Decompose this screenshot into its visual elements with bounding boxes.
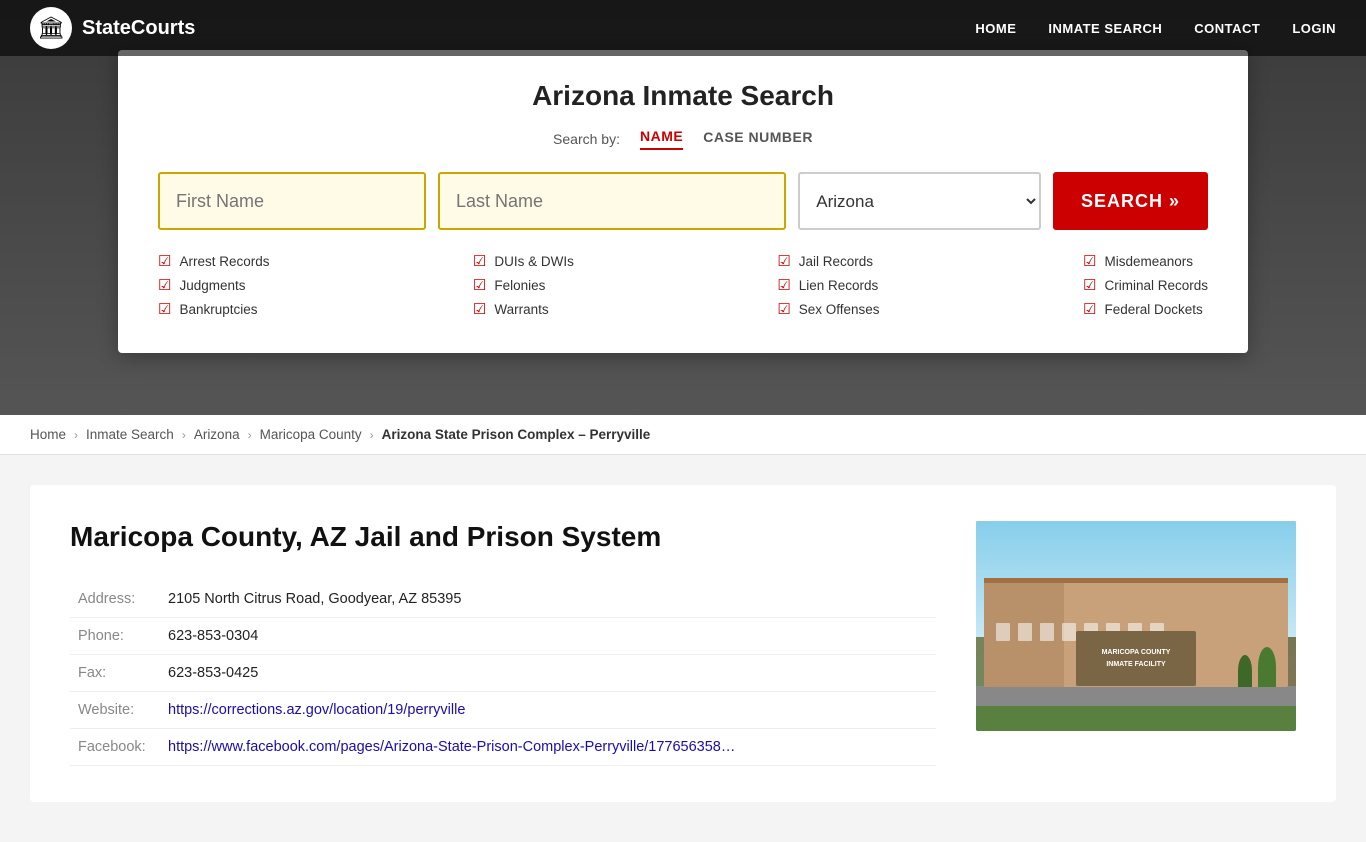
breadcrumb-sep: › xyxy=(370,428,374,442)
search-card-title: Arizona Inmate Search xyxy=(158,80,1208,112)
table-row: Facebook: https://www.facebook.com/pages… xyxy=(70,729,936,766)
checklist-label: Felonies xyxy=(494,278,545,293)
info-table: Address: 2105 North Citrus Road, Goodyea… xyxy=(70,581,936,766)
breadcrumb-maricopa[interactable]: Maricopa County xyxy=(260,427,362,442)
breadcrumb: Home › Inmate Search › Arizona › Maricop… xyxy=(0,415,1366,455)
check-icon: ☑ xyxy=(473,300,486,318)
checklist-label: Bankruptcies xyxy=(179,302,257,317)
site-name: StateCourts xyxy=(82,17,195,40)
check-icon: ☑ xyxy=(777,300,790,318)
check-icon: ☑ xyxy=(1083,300,1096,318)
state-select[interactable]: Arizona Alabama Alaska California Colora… xyxy=(798,172,1041,230)
tab-case-number[interactable]: CASE NUMBER xyxy=(703,129,813,149)
tab-name[interactable]: NAME xyxy=(640,128,683,150)
content-left: Maricopa County, AZ Jail and Prison Syst… xyxy=(70,521,936,766)
checklist-item: ☑ Bankruptcies xyxy=(158,300,269,318)
content-card: Maricopa County, AZ Jail and Prison Syst… xyxy=(30,485,1336,802)
facility-title: Maricopa County, AZ Jail and Prison Syst… xyxy=(70,521,936,553)
check-icon: ☑ xyxy=(158,276,171,294)
check-icon: ☑ xyxy=(1083,276,1096,294)
checklist-col-2: ☑ DUIs & DWIs ☑ Felonies ☑ Warrants xyxy=(473,252,574,318)
check-icon: ☑ xyxy=(473,252,486,270)
checklist-item: ☑ DUIs & DWIs xyxy=(473,252,574,270)
logo-icon: 🏛 xyxy=(30,7,72,49)
check-icon: ☑ xyxy=(158,300,171,318)
first-name-input[interactable] xyxy=(158,172,426,230)
checklist-item: ☑ Criminal Records xyxy=(1083,276,1208,294)
checklist-item: ☑ Sex Offenses xyxy=(777,300,879,318)
fax-value: 623-853-0425 xyxy=(160,655,936,692)
facebook-value: https://www.facebook.com/pages/Arizona-S… xyxy=(160,729,936,766)
checklist-item: ☑ Lien Records xyxy=(777,276,879,294)
website-label: Website: xyxy=(70,692,160,729)
website-value: https://corrections.az.gov/location/19/p… xyxy=(160,692,936,729)
checklist-item: ☑ Arrest Records xyxy=(158,252,269,270)
content-right: MARICOPA COUNTY INMATE FACILITY xyxy=(976,521,1296,766)
checklist-col-3: ☑ Jail Records ☑ Lien Records ☑ Sex Offe… xyxy=(777,252,879,318)
checklist-label: Sex Offenses xyxy=(799,302,880,317)
check-icon: ☑ xyxy=(473,276,486,294)
main-content: Maricopa County, AZ Jail and Prison Syst… xyxy=(0,455,1366,842)
phone-value: 623-853-0304 xyxy=(160,618,936,655)
breadcrumb-home[interactable]: Home xyxy=(30,427,66,442)
breadcrumb-inmate-search[interactable]: Inmate Search xyxy=(86,427,174,442)
phone-label: Phone: xyxy=(70,618,160,655)
checklist-label: DUIs & DWIs xyxy=(494,254,574,269)
checklist-col-1: ☑ Arrest Records ☑ Judgments ☑ Bankruptc… xyxy=(158,252,269,318)
checklist-item: ☑ Warrants xyxy=(473,300,574,318)
breadcrumb-sep: › xyxy=(74,428,78,442)
facebook-link[interactable]: https://www.facebook.com/pages/Arizona-S… xyxy=(168,739,735,755)
checklist-item: ☑ Misdemeanors xyxy=(1083,252,1208,270)
check-icon: ☑ xyxy=(777,276,790,294)
nav-inmate-search[interactable]: INMATE SEARCH xyxy=(1048,21,1162,36)
breadcrumb-arizona[interactable]: Arizona xyxy=(194,427,240,442)
search-by-row: Search by: NAME CASE NUMBER xyxy=(158,128,1208,150)
checklist-label: Lien Records xyxy=(799,278,879,293)
breadcrumb-current: Arizona State Prison Complex – Perryvill… xyxy=(382,427,651,442)
table-row: Fax: 623-853-0425 xyxy=(70,655,936,692)
checklist-label: Jail Records xyxy=(799,254,873,269)
breadcrumb-sep: › xyxy=(182,428,186,442)
checklist-item: ☑ Felonies xyxy=(473,276,574,294)
check-icon: ☑ xyxy=(777,252,790,270)
search-button[interactable]: SEARCH » xyxy=(1053,172,1208,230)
content-inner: Maricopa County, AZ Jail and Prison Syst… xyxy=(70,521,1296,766)
search-card: Arizona Inmate Search Search by: NAME CA… xyxy=(118,50,1248,353)
facebook-label: Facebook: xyxy=(70,729,160,766)
fax-label: Fax: xyxy=(70,655,160,692)
nav-home[interactable]: HOME xyxy=(975,21,1016,36)
checklist-col-4: ☑ Misdemeanors ☑ Criminal Records ☑ Fede… xyxy=(1083,252,1208,318)
hero-section: COURTHOUSE 🏛 StateCourts HOME INMATE SEA… xyxy=(0,0,1366,415)
address-label: Address: xyxy=(70,581,160,618)
address-value: 2105 North Citrus Road, Goodyear, AZ 853… xyxy=(160,581,936,618)
search-by-label: Search by: xyxy=(553,131,620,147)
checklist-item: ☑ Jail Records xyxy=(777,252,879,270)
top-nav: 🏛 StateCourts HOME INMATE SEARCH CONTACT… xyxy=(0,0,1366,56)
website-link[interactable]: https://corrections.az.gov/location/19/p… xyxy=(168,702,465,718)
nav-links: HOME INMATE SEARCH CONTACT LOGIN xyxy=(975,21,1336,36)
checklist-label: Warrants xyxy=(494,302,548,317)
table-row: Address: 2105 North Citrus Road, Goodyea… xyxy=(70,581,936,618)
checklist-item: ☑ Federal Dockets xyxy=(1083,300,1208,318)
logo-area: 🏛 StateCourts xyxy=(30,7,975,49)
sign-text-line2: INMATE FACILITY xyxy=(1106,660,1165,669)
checklist-item: ☑ Judgments xyxy=(158,276,269,294)
checklist-label: Arrest Records xyxy=(179,254,269,269)
checklist-label: Judgments xyxy=(179,278,245,293)
table-row: Phone: 623-853-0304 xyxy=(70,618,936,655)
checklist: ☑ Arrest Records ☑ Judgments ☑ Bankruptc… xyxy=(158,252,1208,318)
nav-login[interactable]: LOGIN xyxy=(1292,21,1336,36)
breadcrumb-sep: › xyxy=(248,428,252,442)
facility-image: MARICOPA COUNTY INMATE FACILITY xyxy=(976,521,1296,731)
checklist-label: Misdemeanors xyxy=(1104,254,1193,269)
sign-text-line1: MARICOPA COUNTY xyxy=(1102,648,1171,657)
nav-contact[interactable]: CONTACT xyxy=(1194,21,1260,36)
search-inputs-row: Arizona Alabama Alaska California Colora… xyxy=(158,172,1208,230)
last-name-input[interactable] xyxy=(438,172,786,230)
table-row: Website: https://corrections.az.gov/loca… xyxy=(70,692,936,729)
checklist-label: Criminal Records xyxy=(1104,278,1208,293)
check-icon: ☑ xyxy=(158,252,171,270)
check-icon: ☑ xyxy=(1083,252,1096,270)
checklist-label: Federal Dockets xyxy=(1104,302,1202,317)
